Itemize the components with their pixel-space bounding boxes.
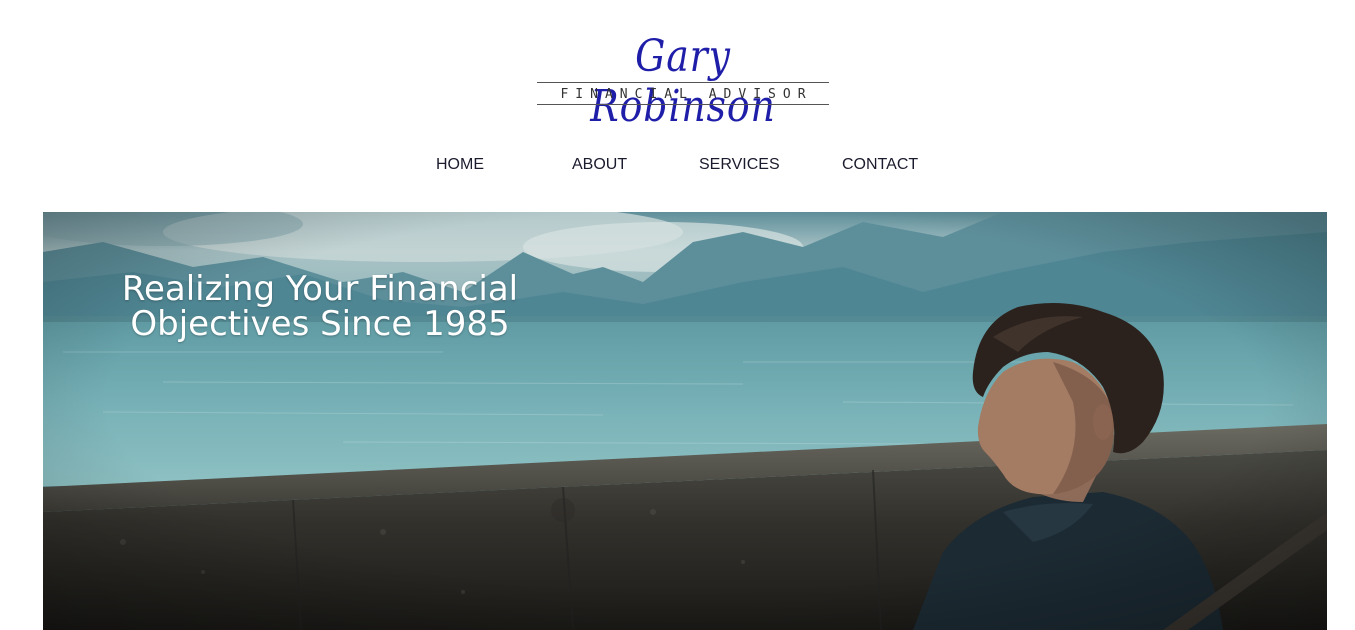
- hero-headline-line: Realizing Your Financial: [121, 269, 519, 309]
- logo-tagline: FINANCIAL ADVISOR: [560, 87, 813, 102]
- nav-item-about[interactable]: ABOUT: [572, 154, 627, 176]
- logo-divider: [537, 82, 829, 83]
- nav-item-contact[interactable]: CONTACT: [842, 154, 918, 176]
- hero-banner: Realizing Your Financial Objectives Sinc…: [43, 212, 1327, 630]
- nav-item-services[interactable]: SERVICES: [699, 154, 780, 176]
- nav-item-home[interactable]: HOME: [436, 154, 484, 176]
- hero-headline-line: Objectives Since 1985: [130, 304, 510, 344]
- main-nav: HOME ABOUT SERVICES CONTACT: [0, 154, 1355, 176]
- site-logo[interactable]: Gary Robinson FINANCIAL ADVISOR: [537, 28, 829, 132]
- logo-divider: [537, 104, 829, 105]
- hero-headline: Realizing Your Financial Objectives Sinc…: [105, 272, 535, 342]
